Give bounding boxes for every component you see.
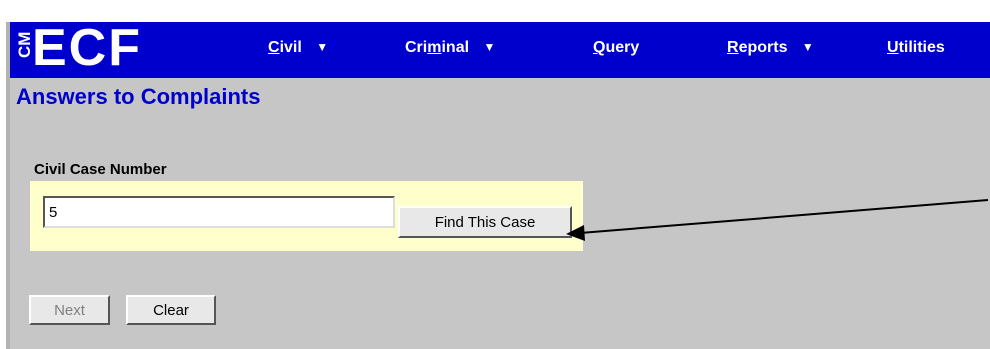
find-this-case-button[interactable]: Find This Case xyxy=(398,206,572,238)
chevron-down-icon: ▼ xyxy=(483,40,496,54)
case-number-label: Civil Case Number xyxy=(34,161,167,178)
clear-button[interactable]: Clear xyxy=(126,295,216,325)
page-title: Answers to Complaints xyxy=(16,84,261,109)
chevron-down-icon: ▼ xyxy=(801,40,814,54)
next-button[interactable]: Next xyxy=(29,295,110,325)
menu-reports[interactable]: Reports ▼ xyxy=(727,39,814,57)
menu-query[interactable]: Query xyxy=(593,39,639,57)
ecf-logo: ECF xyxy=(32,19,142,77)
chevron-down-icon: ▼ xyxy=(316,40,329,54)
menu-criminal[interactable]: Criminal ▼ xyxy=(405,39,495,57)
menu-utilities[interactable]: Utilities xyxy=(887,39,945,57)
case-number-input[interactable] xyxy=(43,196,395,228)
menu-civil[interactable]: Civil ▼ xyxy=(268,39,328,57)
top-navigation-bar: CM ECF Civil ▼ Criminal ▼ Query Reports … xyxy=(10,19,990,78)
